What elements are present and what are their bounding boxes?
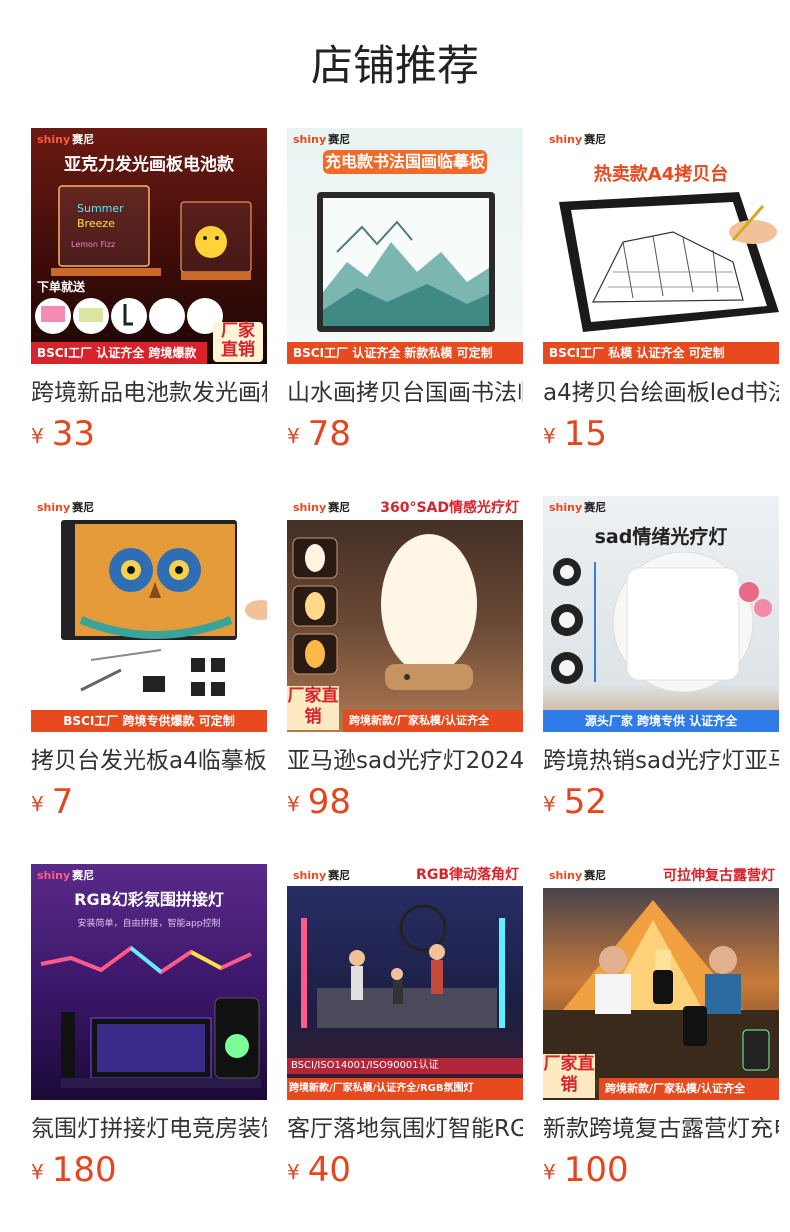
product-image[interactable]: shiny 赛尼 BSCI工厂 跨境专供爆款 可定制	[31, 496, 267, 732]
a4-lightboard-illustration	[559, 192, 779, 332]
product-card[interactable]: shiny 赛尼 RGB幻彩氛围拼接灯 安装简单，自由拼接，智能app控制 氛围灯…	[31, 864, 267, 1190]
cert-bar: BSCI/ISO14001/ISO90001认证	[287, 1058, 523, 1074]
product-card[interactable]: shiny 赛尼 充电款书法国画临摹板 BSCI工厂 认证齐全 新款私模 可定制 …	[287, 128, 523, 454]
image-headline: 充电款书法国画临摹板	[323, 150, 487, 174]
brand-logo: shiny 赛尼	[549, 133, 607, 146]
factory-badge: 厂家直销	[213, 322, 263, 362]
gift-label: 下单就送	[37, 280, 86, 294]
product-price: ¥40	[287, 1150, 351, 1190]
product-price: ¥98	[287, 782, 351, 822]
brand-logo: shiny 赛尼	[293, 133, 351, 146]
image-headline: 360°SAD情感光疗灯	[376, 496, 523, 520]
brand-logo: shiny 赛尼	[549, 869, 607, 882]
product-name[interactable]: 拷贝台发光板a4临摹板钻石画	[31, 746, 267, 776]
product-name[interactable]: 亚马逊sad光疗灯2024新款	[287, 746, 523, 776]
factory-badge: 厂家直销	[287, 686, 339, 730]
product-image[interactable]: shiny 赛尼 360°SAD情感光疗灯 厂家直销 跨境新款/厂家私模/认证齐全	[287, 496, 523, 732]
sad-lamp-illustration	[551, 552, 772, 693]
product-price: ¥180	[31, 1150, 117, 1190]
accessories-strip	[35, 298, 223, 334]
diamond-painting-illustration	[61, 520, 267, 696]
promo-bar: BSCI工厂 认证齐全 跨境爆款	[31, 342, 207, 364]
product-name[interactable]: 客厅落地氛围灯智能RGB	[287, 1114, 523, 1144]
product-price: ¥7	[31, 782, 74, 822]
promo-bar: 源头厂家 跨境专供 认证齐全	[543, 710, 779, 732]
product-card[interactable]: shiny 赛尼 BSCI工厂 跨境专供爆款 可定制 拷贝台发光板a4临摹板 ¥…	[31, 496, 267, 822]
product-card[interactable]: shiny 赛尼 亚克力发光画板电池款 Summer Breeze Lemon F…	[31, 128, 267, 454]
product-name[interactable]: 跨境热销sad光疗灯亚马逊	[543, 746, 779, 776]
factory-badge: 厂家直销	[543, 1054, 595, 1098]
floor-lamp-illustration	[301, 904, 505, 1028]
promo-bar: 跨境新款/厂家私模/认证齐全	[343, 710, 523, 732]
svg-text:Summer: Summer	[77, 202, 124, 215]
product-image[interactable]: shiny 赛尼 RGB幻彩氛围拼接灯 安装简单，自由拼接，智能app控制	[31, 864, 267, 1100]
product-card[interactable]: shiny 赛尼 360°SAD情感光疗灯 厂家直销 跨境新款/厂家私模/认证齐全…	[287, 496, 523, 822]
image-headline: 热卖款A4拷贝台	[593, 164, 729, 185]
product-card[interactable]: shiny 赛尼 sad情绪光疗灯 源头厂家 跨境专供 认证齐全 跨境热销sad光…	[543, 496, 779, 822]
product-image[interactable]: shiny 赛尼 RGB律动落角灯 BSCI/ISO14001/ISO90001认…	[287, 864, 523, 1100]
promo-bar: BSCI工厂 跨境专供爆款 可定制	[31, 710, 267, 732]
brand-logo: shiny 赛尼	[37, 133, 95, 146]
image-headline: 可拉伸复古露营灯	[663, 868, 775, 884]
product-image[interactable]: shiny 赛尼 亚克力发光画板电池款 Summer Breeze Lemon F…	[31, 128, 267, 364]
product-price: ¥52	[543, 782, 607, 822]
rgb-light-illustration	[40, 945, 261, 1088]
image-headline: sad情绪光疗灯	[594, 526, 728, 548]
product-card[interactable]: shiny 赛尼 可拉伸复古露营灯 厂家直销 跨境新款/厂家私模/认证齐全 新款跨…	[543, 864, 779, 1190]
brand-logo: shiny 赛尼	[37, 501, 95, 514]
promo-bar: BSCI工厂 私模 认证齐全 可定制	[543, 342, 779, 364]
product-image[interactable]: shiny 赛尼 充电款书法国画临摹板 BSCI工厂 认证齐全 新款私模 可定制	[287, 128, 523, 364]
promo-bar: BSCI工厂 认证齐全 新款私模 可定制	[287, 342, 523, 364]
svg-text:Breeze: Breeze	[77, 217, 115, 230]
page-title: 店铺推荐	[310, 41, 479, 90]
product-card[interactable]: shiny 赛尼 RGB律动落角灯 BSCI/ISO14001/ISO90001认…	[287, 864, 523, 1190]
product-image[interactable]: shiny 赛尼 热卖款A4拷贝台 BSCI工厂 私模 认证齐全 可定制	[543, 128, 779, 364]
svg-text:Lemon Fizz: Lemon Fizz	[71, 240, 115, 249]
product-image[interactable]: shiny 赛尼 sad情绪光疗灯 源头厂家 跨境专供 认证齐全	[543, 496, 779, 732]
landscape-board-illustration	[317, 192, 495, 332]
product-price: ¥15	[543, 414, 607, 454]
product-name[interactable]: a4拷贝台绘画板led书法临摹	[543, 378, 779, 408]
product-name[interactable]: 氛围灯拼接灯电竞房装饰	[31, 1114, 267, 1144]
egg-lamp-illustration	[292, 534, 477, 690]
product-name[interactable]: 跨境新品电池款发光画板	[31, 378, 267, 408]
brand-logo: shiny 赛尼	[37, 869, 95, 882]
product-price: ¥33	[31, 414, 95, 454]
brand-logo: shiny 赛尼	[549, 501, 607, 514]
image-headline: RGB幻彩氛围拼接灯	[74, 890, 224, 909]
product-image[interactable]: shiny 赛尼 可拉伸复古露营灯 厂家直销 跨境新款/厂家私模/认证齐全	[543, 864, 779, 1100]
product-name[interactable]: 新款跨境复古露营灯充电	[543, 1114, 779, 1144]
product-price: ¥78	[287, 414, 351, 454]
brand-logo: shiny 赛尼	[293, 869, 351, 882]
product-price: ¥100	[543, 1150, 629, 1190]
camping-lamp-illustration	[543, 900, 779, 1080]
product-name[interactable]: 山水画拷贝台国画书法临摹板	[287, 378, 523, 408]
image-headline: RGB律动落角灯	[416, 867, 519, 883]
brand-logo: shiny 赛尼	[293, 501, 351, 514]
promo-bar: 跨境新款/厂家私模/认证齐全	[599, 1078, 779, 1100]
promo-bar: 跨境新款/厂家私模/认证齐全/RGB氛围灯	[287, 1078, 523, 1100]
product-card[interactable]: shiny 赛尼 热卖款A4拷贝台 BSCI工厂 私模 认证齐全 可定制 a4拷贝…	[543, 128, 779, 454]
